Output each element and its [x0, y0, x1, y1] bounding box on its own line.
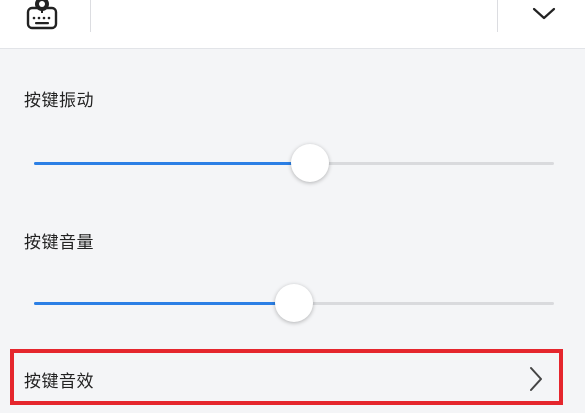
- toolbar-divider: [90, 0, 91, 32]
- slider-fill: [34, 162, 310, 165]
- slider-thumb[interactable]: [290, 144, 329, 182]
- sound-effect-label: 按键音效: [24, 372, 94, 392]
- toolbar-divider: [497, 0, 498, 32]
- volume-slider[interactable]: [34, 283, 554, 323]
- keyboard-settings-panel: 按键振动 按键音量 按键音效: [0, 0, 585, 413]
- top-toolbar: [0, 0, 585, 49]
- chevron-down-icon[interactable]: [530, 4, 558, 22]
- slider-thumb[interactable]: [275, 284, 313, 322]
- slider-fill: [34, 302, 294, 305]
- keyboard-settings-icon[interactable]: [22, 0, 62, 34]
- vibration-slider[interactable]: [34, 143, 554, 183]
- volume-label: 按键音量: [24, 233, 94, 253]
- sound-effect-row[interactable]: 按键音效: [10, 349, 563, 405]
- chevron-right-icon: [527, 365, 545, 393]
- vibration-label: 按键振动: [24, 91, 94, 111]
